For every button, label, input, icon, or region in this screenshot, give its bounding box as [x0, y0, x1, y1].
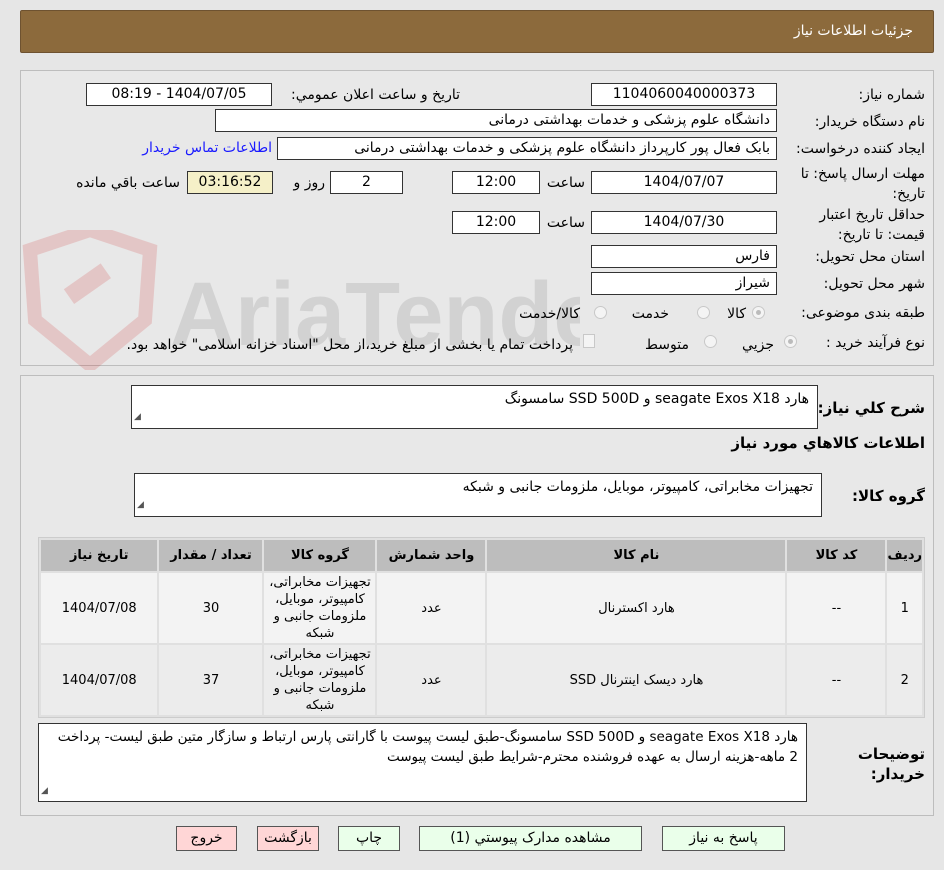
- summary-label: شرح کلي نياز:: [817, 399, 925, 417]
- notes-text: هارد seagate Exos X18 و SSD 500D سامسونگ…: [57, 729, 798, 765]
- process-radio-medium[interactable]: [704, 335, 717, 348]
- summary-text: هارد seagate Exos X18 و SSD 500D سامسونگ: [504, 391, 809, 407]
- summary-field[interactable]: هارد seagate Exos X18 و SSD 500D سامسونگ…: [131, 385, 818, 429]
- deadline-label: مهلت ارسال پاسخ: تا تاريخ:: [800, 166, 925, 202]
- buyer-contact-link[interactable]: اطلاعات تماس خريدار: [142, 140, 272, 156]
- col-unit: واحد شمارش: [377, 540, 486, 571]
- col-row: رديف: [887, 540, 922, 571]
- table-header-row: رديف کد کالا نام کالا واحد شمارش گروه کا…: [41, 540, 922, 571]
- cell-date: 1404/07/08: [41, 645, 158, 715]
- city-label: شهر محل تحويل:: [823, 276, 925, 292]
- page-title: جزئيات اطلاعات نياز: [793, 23, 913, 39]
- validity-time-label: ساعت: [546, 215, 585, 231]
- province-label: استان محل تحويل:: [815, 249, 925, 265]
- process-radio-minor[interactable]: [784, 335, 797, 348]
- category-option-service: خدمت: [631, 306, 669, 322]
- col-date: تاريخ نياز: [41, 540, 158, 571]
- cell-quantity: 37: [159, 645, 263, 715]
- cell-group: تجهيزات مخابراتی، کامپيوتر، موبايل، ملزو…: [264, 645, 376, 715]
- cell-name: هارد ديسک اينترنال SSD: [487, 645, 786, 715]
- remaining-label: ساعت باقي مانده: [76, 175, 180, 191]
- remaining-time-field: 03:16:52: [187, 171, 273, 194]
- category-option-goods: کالا: [727, 306, 746, 322]
- cell-unit: عدد: [377, 573, 486, 643]
- cell-group: تجهيزات مخابراتی، کامپيوتر، موبايل، ملزو…: [264, 573, 376, 643]
- announce-field: 1404/07/05 - 08:19: [86, 83, 272, 106]
- days-label: روز و: [293, 175, 326, 191]
- treasury-payment-checkbox[interactable]: [583, 334, 595, 348]
- notes-field[interactable]: هارد seagate Exos X18 و SSD 500D سامسونگ…: [38, 723, 807, 802]
- category-option-goods-service: کالا/خدمت: [519, 306, 580, 322]
- category-radio-service[interactable]: [697, 306, 710, 319]
- category-radio-goods[interactable]: [752, 306, 765, 319]
- category-label: طبقه بندی موضوعی:: [801, 305, 925, 321]
- goods-table: رديف کد کالا نام کالا واحد شمارش گروه کا…: [38, 537, 925, 718]
- table-row: 2 -- هارد ديسک اينترنال SSD عدد تجهيزات …: [41, 645, 922, 715]
- group-label: گروه کالا:: [852, 487, 925, 505]
- process-label: نوع فرآيند خريد :: [826, 335, 925, 351]
- notes-label: توضيحات خريدار:: [857, 745, 925, 783]
- deadline-date-field: 1404/07/07: [591, 171, 777, 194]
- deadline-time-field: 12:00: [452, 171, 540, 194]
- process-option-minor: جزيي: [742, 337, 774, 353]
- page-header: جزئيات اطلاعات نياز: [20, 10, 934, 53]
- col-name: نام کالا: [487, 540, 786, 571]
- goods-heading: اطلاعات کالاهاي مورد نياز: [731, 434, 925, 452]
- view-attachments-button[interactable]: مشاهده مدارک پيوستي (1): [419, 826, 642, 851]
- cell-date: 1404/07/08: [41, 573, 158, 643]
- table-row: 1 -- هارد اکسترنال عدد تجهيزات مخابراتی،…: [41, 573, 922, 643]
- category-radio-goods-service[interactable]: [594, 306, 607, 319]
- need-number-field: 1104060040000373: [591, 83, 777, 106]
- cell-code: --: [787, 645, 886, 715]
- process-option-medium: متوسط: [645, 337, 689, 353]
- province-field: فارس: [591, 245, 777, 268]
- cell-name: هارد اکسترنال: [487, 573, 786, 643]
- creator-label: ايجاد کننده درخواست:: [796, 141, 925, 157]
- validity-label: حداقل تاريخ اعتبار قيمت: تا تاريخ:: [819, 207, 925, 243]
- group-field[interactable]: تجهيزات مخابراتی، کامپيوتر، موبايل، ملزو…: [134, 473, 822, 517]
- payment-note: پرداخت تمام يا بخشی از مبلغ خريد،از محل …: [126, 337, 573, 353]
- buyer-org-label: نام دستگاه خريدار:: [814, 114, 925, 130]
- creator-field: بابک فعال پور کارپرداز دانشگاه علوم پزشک…: [277, 137, 777, 160]
- validity-time-field: 12:00: [452, 211, 540, 234]
- col-code: کد کالا: [787, 540, 886, 571]
- buyer-org-field: دانشگاه علوم پزشکی و خدمات بهداشتی درمان…: [215, 109, 777, 132]
- reply-button[interactable]: پاسخ به نياز: [662, 826, 785, 851]
- city-field: شيراز: [591, 272, 777, 295]
- resize-grip-icon[interactable]: ◢: [137, 494, 144, 516]
- col-group: گروه کالا: [264, 540, 376, 571]
- cell-code: --: [787, 573, 886, 643]
- deadline-time-label: ساعت: [546, 175, 585, 191]
- back-button[interactable]: بازگشت: [257, 826, 319, 851]
- resize-grip-icon[interactable]: ◢: [41, 781, 48, 801]
- col-quantity: تعداد / مقدار: [159, 540, 263, 571]
- cell-unit: عدد: [377, 645, 486, 715]
- print-button[interactable]: چاپ: [338, 826, 400, 851]
- announce-label: تاريخ و ساعت اعلان عمومي:: [291, 87, 460, 103]
- exit-button[interactable]: خروج: [176, 826, 237, 851]
- need-number-label: شماره نياز:: [858, 87, 926, 103]
- cell-quantity: 30: [159, 573, 263, 643]
- cell-row: 2: [887, 645, 922, 715]
- cell-row: 1: [887, 573, 922, 643]
- days-field: 2: [330, 171, 403, 194]
- validity-date-field: 1404/07/30: [591, 211, 777, 234]
- resize-grip-icon[interactable]: ◢: [134, 406, 141, 428]
- group-text: تجهيزات مخابراتی، کامپيوتر، موبايل، ملزو…: [462, 479, 813, 495]
